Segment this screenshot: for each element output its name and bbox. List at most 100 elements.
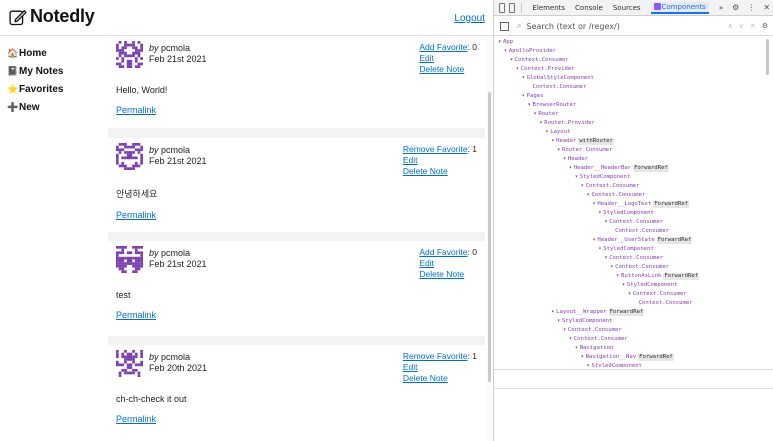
device-toolbar-icon[interactable] xyxy=(508,2,515,13)
sidebar-item-new[interactable]: ➕ New xyxy=(7,98,97,116)
tree-node[interactable]: ▾ StyledComponent xyxy=(557,317,613,326)
sidebar-item-my-notes[interactable]: 📓 My Notes xyxy=(7,62,97,80)
tree-node[interactable]: ▾ Layout__Wrapper ForwardRef xyxy=(551,308,645,317)
tree-node[interactable]: ▾ Router xyxy=(533,110,558,119)
delete-note-link[interactable]: Delete Note xyxy=(403,373,477,384)
favorite-toggle-link[interactable]: Add Favorite xyxy=(419,247,467,258)
tree-node[interactable]: ▾ StyledComponent xyxy=(622,281,678,290)
tab-divider xyxy=(520,2,522,13)
tree-node[interactable]: ▾ StyledComponent xyxy=(598,245,654,254)
page-scrollbar[interactable] xyxy=(487,36,492,441)
note-author: pcmola xyxy=(161,43,191,53)
tree-node[interactable]: ▾ StyledComponent xyxy=(598,209,654,218)
tree-node-name: Context.Consumer xyxy=(615,228,669,234)
tree-node-name: Context.Consumer xyxy=(573,336,628,342)
permalink-link[interactable]: Permalink xyxy=(116,210,477,220)
note-card: by pcmola Feb 21st 2021 Add Favorite: 0 Edi… xyxy=(108,241,485,336)
tree-node[interactable]: Context.Consumer xyxy=(533,83,587,92)
tree-node[interactable]: ▾ BrowserRouter xyxy=(528,101,577,110)
tree-node-name: ApolloProvider xyxy=(508,48,557,54)
tree-node[interactable]: ▾ Navigation xyxy=(575,344,614,353)
sidebar-item-home[interactable]: 🏠 Home xyxy=(7,44,97,62)
hoc-badge: ForwardRef xyxy=(656,237,693,244)
tab-label: Components xyxy=(661,2,706,11)
delete-note-link[interactable]: Delete Note xyxy=(419,64,477,75)
tree-node[interactable]: Context.Consumer xyxy=(639,299,693,308)
tab-components[interactable]: Components xyxy=(650,1,709,14)
react-icon xyxy=(653,2,661,10)
note-meta: by pcmola Feb 21st 2021 xyxy=(149,145,207,167)
tree-node[interactable]: ▾ Router.Provider xyxy=(539,119,595,128)
tree-node[interactable]: Context.Consumer xyxy=(615,227,669,236)
tree-node[interactable]: ▾ Context.Consumer xyxy=(628,290,687,299)
tree-node[interactable]: ▾ Context.Consumer xyxy=(510,56,569,65)
logout-link[interactable]: Logout xyxy=(454,13,485,24)
permalink-link[interactable]: Permalink xyxy=(116,414,477,424)
component-tree-scrollbar[interactable] xyxy=(765,37,770,367)
tree-node-name: Context.Consumer xyxy=(567,327,622,333)
permalink-link[interactable]: Permalink xyxy=(116,105,477,115)
tree-node[interactable]: ▾ Header__LogoText ForwardRef xyxy=(592,200,689,209)
tree-node[interactable]: ▾ Header xyxy=(563,155,588,164)
clear-search-icon[interactable]: ✕ xyxy=(750,22,756,30)
tree-node[interactable]: ▾ Header__HeaderBar ForwardRef xyxy=(569,164,669,173)
note-date: Feb 21st 2021 xyxy=(149,156,207,166)
favorite-toggle-link[interactable]: Remove Favorite xyxy=(403,351,468,362)
tab-sources[interactable]: Sources xyxy=(613,4,641,12)
page-scroll-thumb[interactable] xyxy=(488,92,491,382)
select-component-icon[interactable] xyxy=(500,21,509,31)
tree-node[interactable]: ▾ Context.Consumer xyxy=(587,191,646,200)
tree-node[interactable]: ▾ Context.Consumer xyxy=(563,326,622,335)
logo[interactable]: Notedly xyxy=(8,6,95,27)
inspect-element-icon[interactable] xyxy=(499,2,505,13)
tree-node[interactable]: ▾ App xyxy=(498,38,513,47)
chevron-up-icon[interactable]: ∧ xyxy=(728,22,733,30)
tree-node[interactable]: ▾ Context.Consumer xyxy=(604,254,663,263)
permalink-link[interactable]: Permalink xyxy=(116,310,477,320)
tree-node[interactable]: ▾ Context.Consumer xyxy=(581,182,640,191)
tree-node-name: Navigation__Nav xyxy=(585,354,637,360)
hoc-badge: ForwardRef xyxy=(653,201,689,208)
tree-node[interactable]: ▾ Header withRouter xyxy=(551,137,614,146)
favorite-toggle-link[interactable]: Remove Favorite xyxy=(403,144,468,155)
edit-note-link[interactable]: Edit xyxy=(419,53,477,64)
delete-note-link[interactable]: Delete Note xyxy=(403,166,477,177)
favorite-count: : 1 xyxy=(467,144,477,154)
tree-node[interactable]: ▾ Context.Consumer xyxy=(610,263,669,272)
edit-note-link[interactable]: Edit xyxy=(403,362,477,373)
tree-node[interactable]: ▾ GlobalStyleComponent xyxy=(522,74,594,83)
tree-node[interactable]: ▾ Navigation__Nav ForwardRef xyxy=(581,353,674,362)
tree-node[interactable]: ▾ StyledComponent xyxy=(575,173,631,182)
chevron-down-icon[interactable]: ∨ xyxy=(739,22,744,30)
sidebar-item-favorites[interactable]: ⭐ Favorites xyxy=(7,80,97,98)
edit-note-link[interactable]: Edit xyxy=(419,258,477,269)
delete-note-link[interactable]: Delete Note xyxy=(419,269,477,280)
tree-node[interactable]: ▾ Context.Consumer xyxy=(569,335,628,344)
note-date: Feb 21st 2021 xyxy=(149,259,207,269)
favorite-toggle-link[interactable]: Add Favorite xyxy=(419,42,467,53)
settings-gear-icon[interactable]: ⚙ xyxy=(732,3,739,12)
tree-node[interactable]: ▾ ApolloProvider xyxy=(504,47,556,56)
tree-node[interactable]: ▾ StyledComponent xyxy=(587,362,643,367)
component-tree-scroll-thumb[interactable] xyxy=(766,39,769,75)
component-search-input[interactable]: Search (text or /regex/) xyxy=(526,22,619,31)
tree-node[interactable]: ▾ Context.Consumer xyxy=(604,218,663,227)
tree-node-name: Header xyxy=(567,156,589,162)
tab-elements[interactable]: Elements xyxy=(532,4,565,12)
tab-overflow[interactable]: » xyxy=(719,4,723,12)
tree-node[interactable]: ▾ ButtonAsLink ForwardRef xyxy=(616,272,700,281)
edit-note-link[interactable]: Edit xyxy=(403,155,477,166)
close-icon[interactable]: ✕ xyxy=(763,3,770,12)
more-options-icon[interactable]: ⋮ xyxy=(747,3,755,12)
tree-node-name: Navigation xyxy=(579,345,614,351)
tree-node[interactable]: ▾ Context.Provider xyxy=(516,65,575,74)
tree-node[interactable]: ▾ Router.Consumer xyxy=(557,146,613,155)
tab-console[interactable]: Console xyxy=(575,4,603,12)
component-settings-icon[interactable]: ⚙ xyxy=(762,22,768,30)
tree-node[interactable]: ▾ Layout xyxy=(545,128,570,137)
tree-node[interactable]: ▾ Header__UserState ForwardRef xyxy=(592,236,693,245)
tree-node-name: Context.Consumer xyxy=(585,183,640,189)
note-meta: by pcmola Feb 21st 2021 xyxy=(149,43,207,65)
note-actions: Remove Favorite: 1 Edit Delete Note xyxy=(403,144,477,177)
tree-node[interactable]: ▾ Pages xyxy=(522,92,544,101)
